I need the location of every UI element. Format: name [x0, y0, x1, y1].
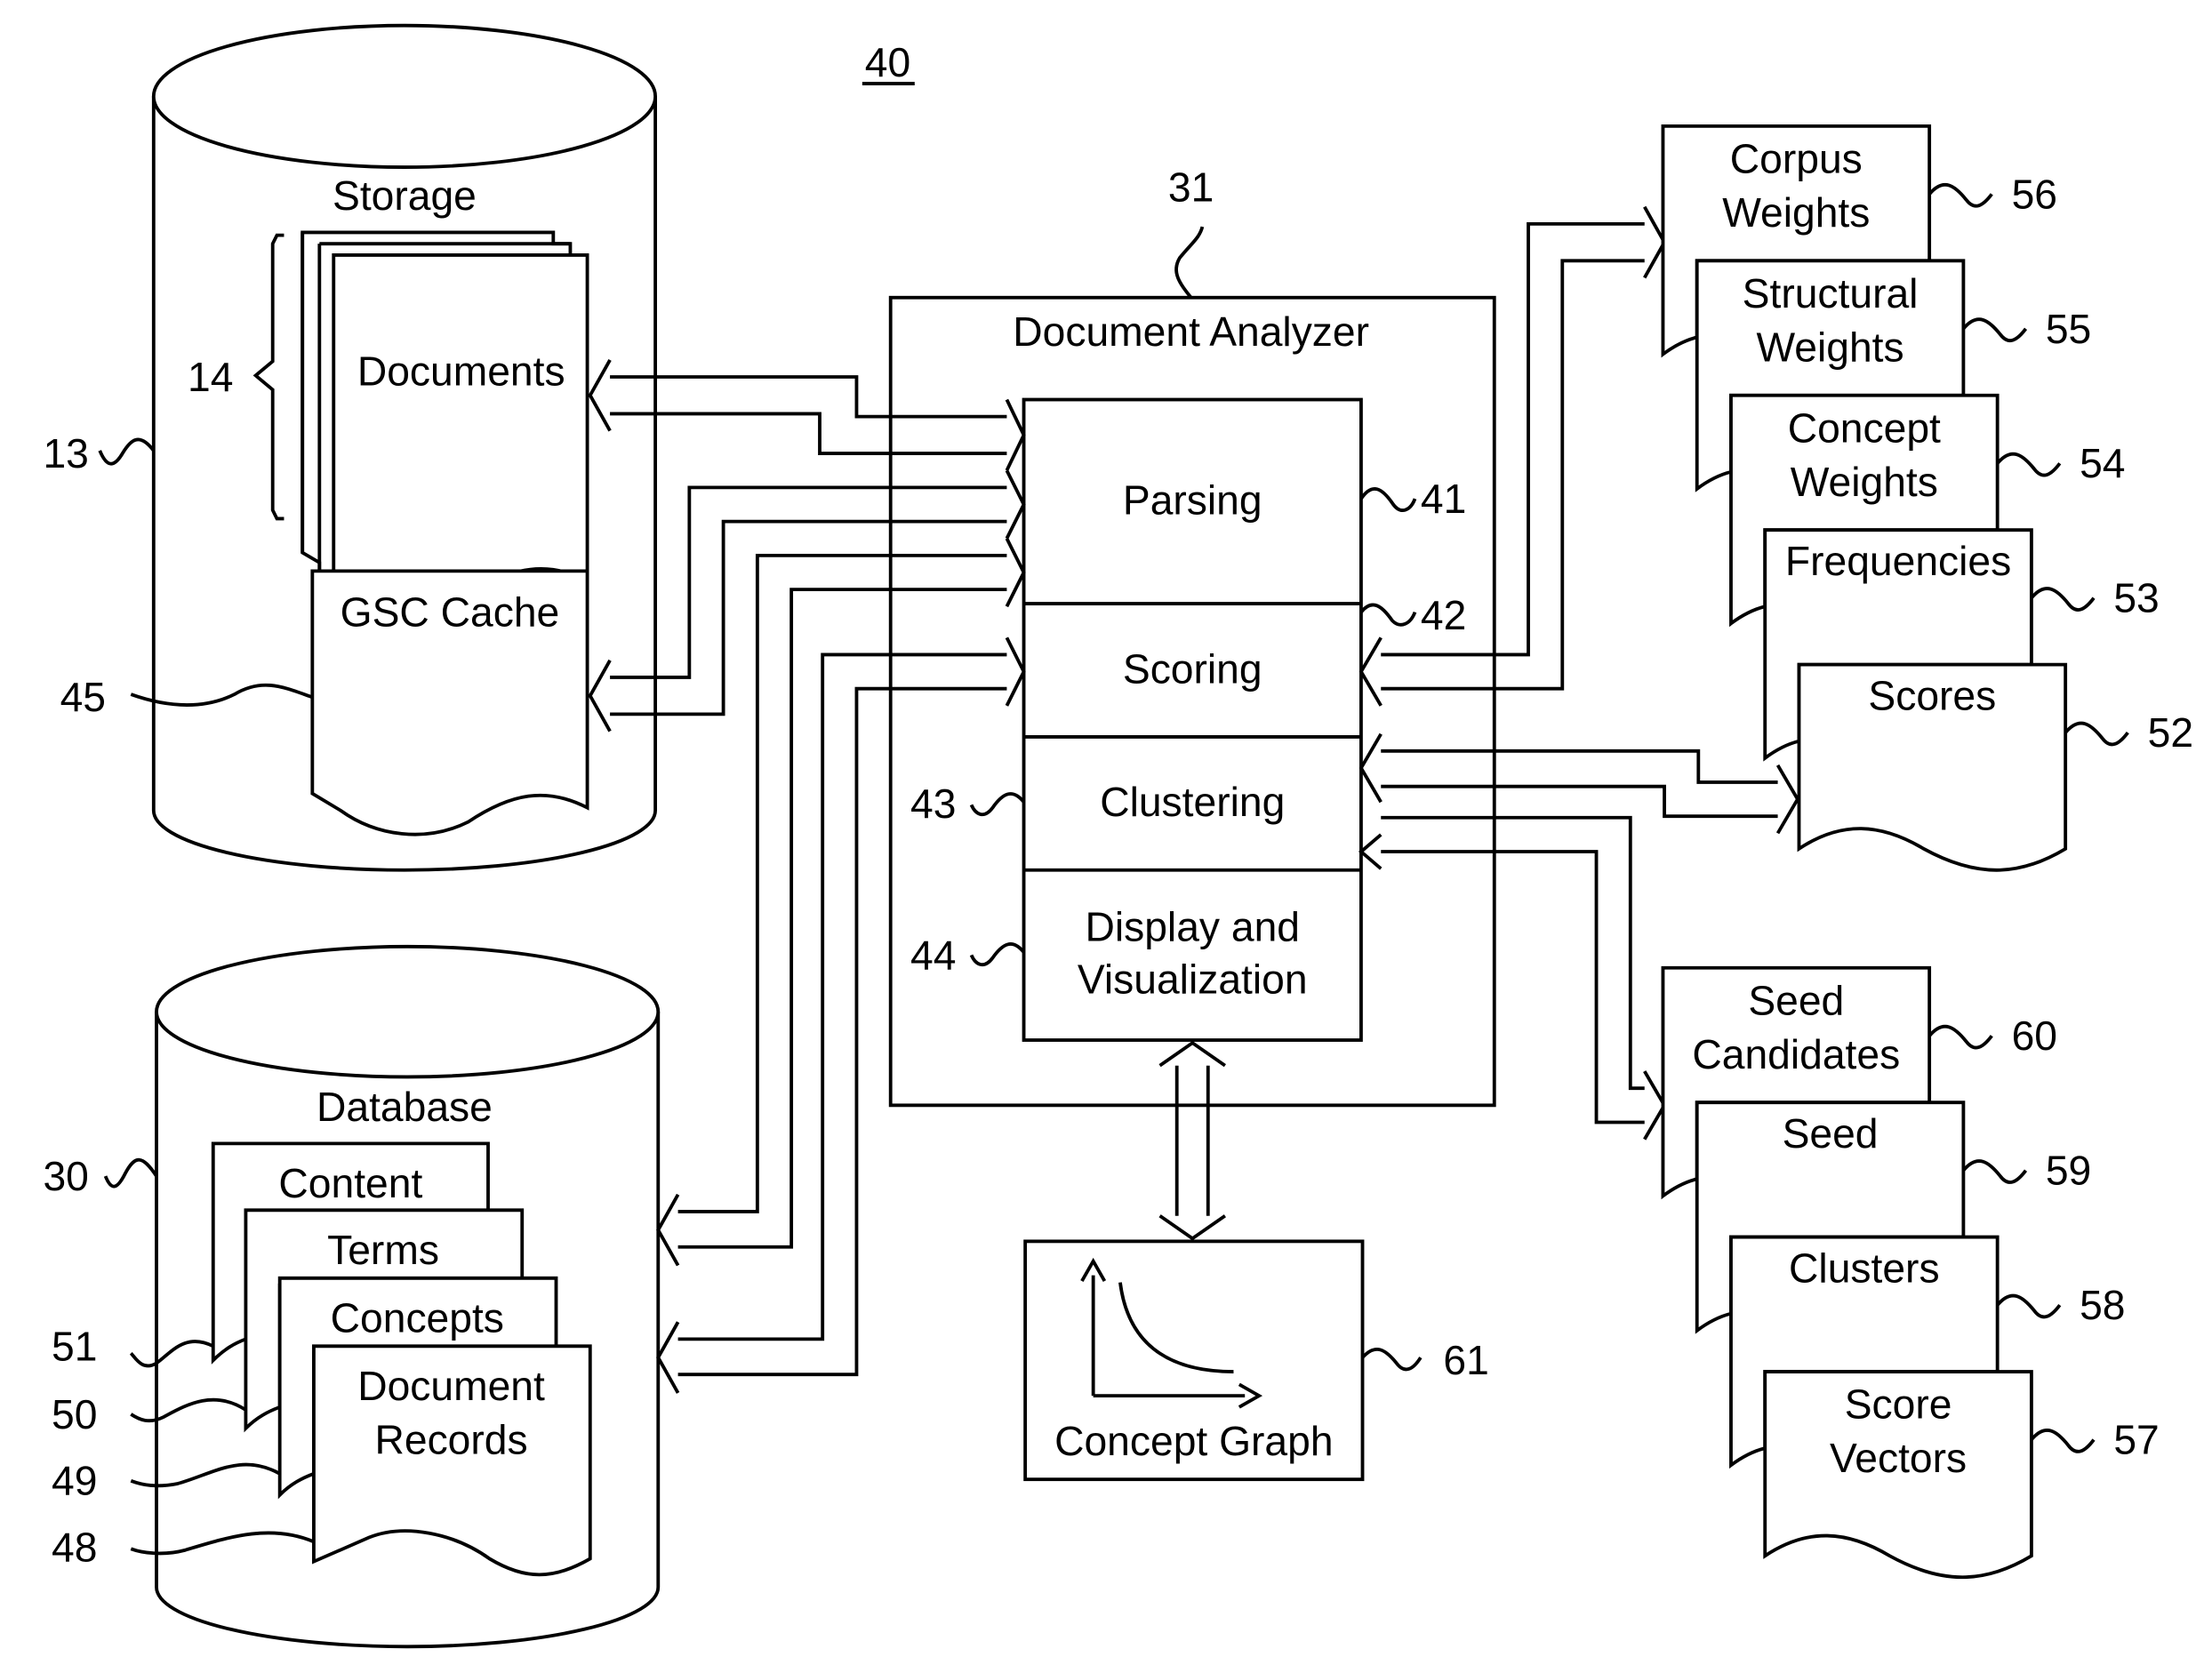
- scoring-ref: 42: [1421, 592, 1466, 638]
- ref-leader: [1927, 1024, 1993, 1050]
- ref-leader: [1174, 226, 1205, 299]
- document-records-label-2: Records: [374, 1416, 527, 1462]
- cluster-label-line2: Vectors: [1830, 1435, 1967, 1481]
- ref-leader: [2064, 721, 2129, 747]
- weights-ref: 55: [2046, 306, 2091, 352]
- cluster-ref: 57: [2113, 1416, 2159, 1462]
- concepts-ref: 49: [52, 1458, 97, 1504]
- weights-label-line1: Frequencies: [1785, 538, 2011, 584]
- display-ref: 44: [910, 932, 956, 978]
- content-label: Content: [278, 1160, 422, 1206]
- diagram: 40 Storage 13 Documents 14 GSC Cache 45 …: [43, 23, 2193, 1649]
- documents-label: Documents: [357, 348, 565, 395]
- weights-ref: 53: [2113, 575, 2159, 621]
- cluster-label-line2: Candidates: [1692, 1031, 1900, 1077]
- ref-leader: [1961, 317, 2028, 343]
- weights-ref: 52: [2148, 709, 2193, 756]
- storage-label: Storage: [333, 172, 477, 219]
- terms-label: Terms: [327, 1227, 439, 1273]
- concepts-label: Concepts: [331, 1294, 504, 1341]
- cluster-label-line1: Score: [1845, 1381, 1952, 1428]
- parsing-ref: 41: [1421, 476, 1466, 522]
- database-label: Database: [317, 1084, 493, 1130]
- ref-leader: [2030, 1429, 2096, 1453]
- weights-label-line1: Corpus: [1730, 135, 1863, 181]
- ref-leader: [98, 437, 156, 466]
- weights-ref: 56: [2012, 171, 2057, 217]
- document-analyzer-label: Document Analyzer: [1013, 308, 1369, 355]
- clustering-module: Clustering: [1100, 779, 1285, 825]
- weights-label-line1: Scores: [1868, 673, 1996, 719]
- documents-stack: [301, 230, 589, 622]
- ref-leader: [1927, 182, 1993, 208]
- concept-graph-ref: 61: [1443, 1337, 1488, 1383]
- cluster-ref: 58: [2080, 1282, 2125, 1328]
- document-records-ref: 48: [52, 1525, 97, 1571]
- weights-label-line1: Concept: [1788, 404, 1941, 451]
- gsc-cache-label: GSC Cache: [341, 589, 560, 636]
- database-ref: 30: [43, 1153, 88, 1199]
- display-module-1: Display and: [1085, 903, 1300, 949]
- scoring-module: Scoring: [1123, 645, 1262, 692]
- weights-label-line1: Structural: [1743, 270, 1919, 316]
- cluster-label-line1: Seed: [1783, 1110, 1879, 1157]
- weights-label-line2: Weights: [1791, 459, 1938, 505]
- content-ref: 51: [52, 1323, 97, 1369]
- document-records-label-1: Document: [357, 1363, 545, 1409]
- display-module-2: Visualization: [1078, 956, 1308, 1002]
- figure-number: 40: [865, 39, 910, 85]
- clustering-ref: 43: [910, 780, 956, 827]
- storage-ref: 13: [43, 430, 88, 476]
- concept-graph-label: Concept Graph: [1054, 1418, 1333, 1464]
- cluster-ref: 59: [2046, 1148, 2091, 1194]
- terms-ref: 50: [52, 1391, 97, 1437]
- parsing-module: Parsing: [1123, 477, 1262, 524]
- weights-label-line2: Weights: [1756, 324, 1903, 370]
- ref-leader: [2030, 587, 2096, 612]
- weights-label-line2: Weights: [1722, 189, 1870, 236]
- cluster-label-line1: Clusters: [1789, 1245, 1940, 1292]
- documents-ref: 14: [188, 354, 233, 400]
- gsc-cache-ref: 45: [60, 674, 106, 720]
- ref-leader: [103, 1157, 158, 1189]
- cluster-ref: 60: [2012, 1013, 2057, 1059]
- ref-leader: [1996, 1293, 2062, 1319]
- weights-ref: 54: [2080, 440, 2125, 486]
- cluster-label-line1: Seed: [1748, 977, 1844, 1023]
- ref-leader: [1996, 452, 2062, 477]
- ref-leader: [1361, 1347, 1423, 1372]
- document-analyzer-ref: 31: [1168, 164, 1214, 210]
- ref-leader: [1961, 1159, 2028, 1184]
